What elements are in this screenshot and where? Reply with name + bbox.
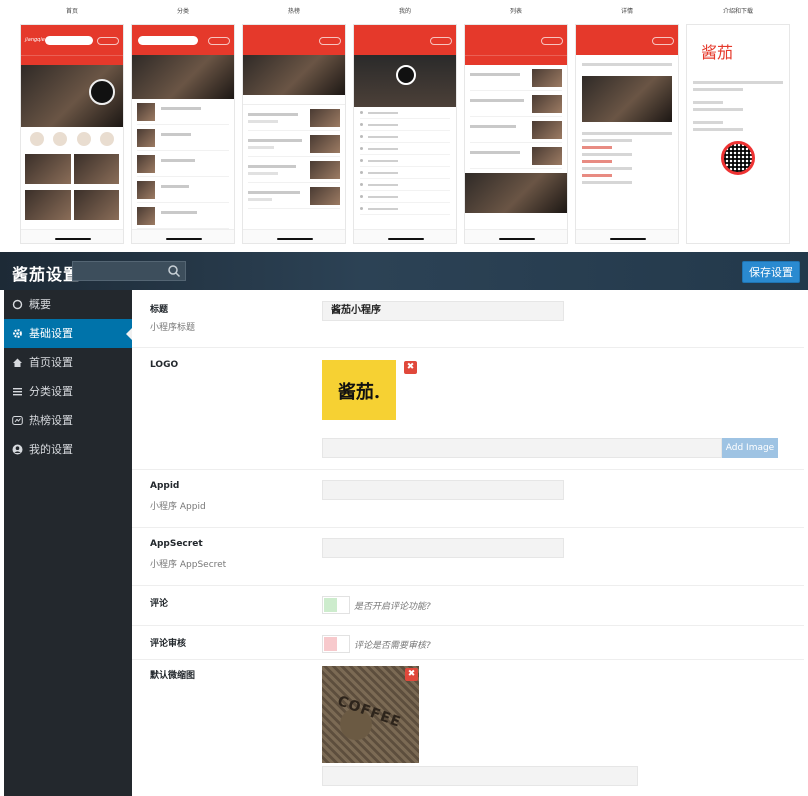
thumbnail-url-input[interactable] — [322, 766, 638, 786]
field-title: 标题 小程序标题 酱茄小程序 — [132, 290, 804, 348]
toggle-knob — [324, 598, 337, 612]
preview-caption: 分类 — [176, 8, 189, 15]
preview-home: 首页 jiangqie — [20, 0, 124, 248]
user-icon — [12, 444, 23, 455]
jiangqie-logo-icon: 酱茄 — [701, 43, 734, 62]
circle-icon — [12, 299, 23, 310]
preview-caption: 我的 — [398, 8, 411, 15]
field-description: 小程序 Appid — [150, 502, 206, 512]
settings-form: 标题 小程序标题 酱茄小程序 LOGO 酱茄. ✖ Add Image Appi… — [132, 290, 804, 796]
logo-url-input[interactable] — [322, 438, 722, 458]
save-settings-button[interactable]: 保存设置 — [742, 261, 800, 283]
gear-icon — [13, 329, 22, 338]
field-comment-review: 评论审核 评论是否需要审核? — [132, 626, 804, 660]
phone-screen: 酱茄 — [686, 24, 790, 244]
field-label: LOGO — [150, 360, 179, 370]
toggle-hint: 是否开启评论功能? — [354, 602, 431, 612]
list-icon — [13, 388, 22, 396]
sidebar-item-home[interactable]: 首页设置 — [4, 348, 132, 377]
field-comment: 评论 是否开启评论功能? — [132, 586, 804, 626]
field-description: 小程序标题 — [150, 323, 196, 333]
phone-screen — [464, 24, 568, 244]
field-label: AppSecret — [150, 539, 203, 549]
phone-screen — [353, 24, 457, 244]
preview-caption: 详情 — [620, 8, 633, 15]
preview-list: 列表 — [464, 0, 568, 248]
field-description: 小程序 AppSecret — [150, 560, 227, 570]
logo-preview: 酱茄. — [322, 360, 396, 420]
appsecret-input[interactable] — [322, 538, 564, 558]
preview-caption: 列表 — [509, 8, 522, 15]
field-appid: Appid 小程序 Appid — [132, 470, 804, 528]
sidebar-item-label: 基础设置 — [29, 327, 73, 340]
preview-caption: 热榜 — [287, 8, 300, 15]
phone-screen — [131, 24, 235, 244]
sidebar-item-overview[interactable]: 概要 — [4, 290, 132, 319]
qr-code-icon — [721, 141, 755, 175]
preview-intro: 介绍和下载 酱茄 — [686, 0, 790, 248]
sidebar-item-label: 首页设置 — [29, 356, 73, 369]
toggle-hint: 评论是否需要审核? — [354, 641, 431, 651]
sidebar-item-hot[interactable]: 热榜设置 — [4, 406, 132, 435]
phone-screen: jiangqie — [20, 24, 124, 244]
sidebar-item-label: 热榜设置 — [29, 414, 73, 427]
settings-sidebar: 概要 基础设置 首页设置 分类设置 热榜设置 我的设置 — [4, 290, 132, 796]
default-thumbnail-image: COFFEE — [322, 666, 419, 763]
add-image-button[interactable]: Add Image — [722, 438, 778, 458]
sidebar-item-label: 概要 — [29, 298, 51, 311]
chart-icon — [12, 416, 23, 425]
field-label: Appid — [150, 481, 180, 491]
remove-logo-button[interactable]: ✖ — [404, 361, 417, 374]
title-input[interactable]: 酱茄小程序 — [322, 301, 564, 321]
field-label: 评论审核 — [150, 639, 187, 649]
sidebar-item-label: 我的设置 — [29, 443, 73, 456]
field-label: 默认微缩图 — [150, 671, 196, 681]
home-icon — [13, 358, 22, 367]
sidebar-item-category[interactable]: 分类设置 — [4, 377, 132, 406]
preview-detail: 详情 — [575, 0, 679, 248]
phone-screen — [575, 24, 679, 244]
preview-category: 分类 — [131, 0, 235, 248]
sidebar-item-basic[interactable]: 基础设置 — [4, 319, 132, 348]
sidebar-item-mine[interactable]: 我的设置 — [4, 435, 132, 464]
preview-mine: 我的 — [353, 0, 457, 248]
comment-toggle[interactable] — [322, 596, 350, 614]
comment-review-toggle[interactable] — [322, 635, 350, 653]
field-label: 标题 — [150, 305, 169, 315]
toggle-knob — [324, 637, 337, 651]
field-logo: LOGO 酱茄. ✖ Add Image — [132, 348, 804, 470]
preview-caption: 首页 — [65, 8, 78, 15]
app-title: 酱茄设置 — [12, 265, 81, 284]
thumbnail-image-text: COFFEE — [335, 693, 404, 731]
preview-strip: 首页 jiangqie 分类 热榜 我的 列表 详情 介绍和下载 酱茄 — [0, 0, 808, 250]
remove-thumbnail-button[interactable]: ✖ — [405, 668, 418, 681]
sidebar-item-label: 分类设置 — [29, 385, 73, 398]
appid-input[interactable] — [322, 480, 564, 500]
field-label: 评论 — [150, 599, 169, 609]
logo-text: 酱茄. — [337, 382, 381, 403]
phone-screen — [242, 24, 346, 244]
preview-caption: 介绍和下载 — [722, 8, 753, 15]
preview-hot: 热榜 — [242, 0, 346, 248]
field-appsecret: AppSecret 小程序 AppSecret — [132, 528, 804, 586]
search-input[interactable] — [72, 261, 186, 281]
admin-topbar: 酱茄设置 保存设置 — [0, 252, 808, 290]
search-icon[interactable] — [167, 264, 181, 278]
hero-image — [21, 65, 123, 127]
